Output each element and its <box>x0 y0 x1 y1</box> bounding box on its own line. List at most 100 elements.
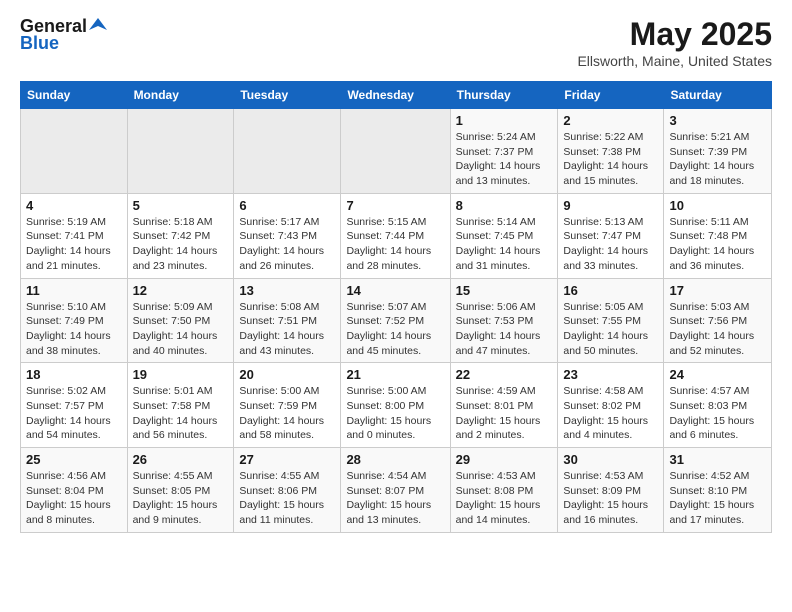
cell-daylight: Daylight: 14 hours and 15 minutes. <box>563 159 658 188</box>
calendar-cell: 16Sunrise: 5:05 AMSunset: 7:55 PMDayligh… <box>558 278 664 363</box>
calendar-table: Sunday Monday Tuesday Wednesday Thursday… <box>20 81 772 533</box>
cell-sunrise: Sunrise: 5:00 AM <box>239 384 335 399</box>
calendar-location: Ellsworth, Maine, United States <box>577 53 772 69</box>
cell-day-number: 9 <box>563 198 658 213</box>
cell-day-number: 16 <box>563 283 658 298</box>
calendar-cell: 17 Sunrise: 5:03 AMSunset: 7:56 PMDayligh… <box>664 278 772 363</box>
cell-daylight: Daylight: 14 hours and 52 minutes. <box>669 329 766 358</box>
cell-info: Sunrise: 4:55 AMSunset: 8:06 PMDaylight:… <box>239 469 335 528</box>
cell-sunset: Sunset: 8:08 PM <box>456 484 553 499</box>
cell-sunset: Sunset: 7:57 PM <box>26 399 122 414</box>
calendar-cell: 19Sunrise: 5:01 AMSunset: 7:58 PMDayligh… <box>127 363 234 448</box>
cell-daylight: Daylight: 14 hours and 28 minutes. <box>346 244 444 273</box>
cell-daylight: Daylight: 14 hours and 54 minutes. <box>26 414 122 443</box>
cell-info: Sunrise: 5:21 AMSunset: 7:39 PMDaylight:… <box>669 130 766 189</box>
cell-daylight: Daylight: 14 hours and 18 minutes. <box>669 159 766 188</box>
cell-sunrise: Sunrise: 4:53 AM <box>563 469 658 484</box>
cell-daylight: Daylight: 14 hours and 26 minutes. <box>239 244 335 273</box>
cell-day-number: 31 <box>669 452 766 467</box>
cell-sunset: Sunset: 7:51 PM <box>239 314 335 329</box>
cell-sunrise: Sunrise: 5:21 AM <box>669 130 766 145</box>
cell-daylight: Daylight: 14 hours and 13 minutes. <box>456 159 553 188</box>
cell-info: Sunrise: 5:15 AMSunset: 7:44 PMDaylight:… <box>346 215 444 274</box>
col-monday: Monday <box>127 82 234 109</box>
cell-info: Sunrise: 4:56 AMSunset: 8:04 PMDaylight:… <box>26 469 122 528</box>
cell-info: Sunrise: 5:22 AMSunset: 7:38 PMDaylight:… <box>563 130 658 189</box>
cell-sunrise: Sunrise: 4:55 AM <box>239 469 335 484</box>
cell-day-number: 21 <box>346 367 444 382</box>
cell-sunrise: Sunrise: 5:13 AM <box>563 215 658 230</box>
cell-info: Sunrise: 5:03 AMSunset: 7:56 PMDaylight:… <box>669 300 766 359</box>
calendar-cell: 26 Sunrise: 4:55 AMSunset: 8:05 PMDayligh… <box>127 448 234 533</box>
logo-blue-text: Blue <box>20 33 59 54</box>
cell-info: Sunrise: 5:11 AMSunset: 7:48 PMDaylight:… <box>669 215 766 274</box>
cell-sunset: Sunset: 7:49 PM <box>26 314 122 329</box>
calendar-cell: 7Sunrise: 5:15 AMSunset: 7:44 PMDaylight… <box>341 193 450 278</box>
cell-sunset: Sunset: 7:48 PM <box>669 229 766 244</box>
cell-sunrise: Sunrise: 5:02 AM <box>26 384 122 399</box>
cell-day-number: 20 <box>239 367 335 382</box>
cell-daylight: Daylight: 14 hours and 47 minutes. <box>456 329 553 358</box>
cell-info: Sunrise: 5:08 AMSunset: 7:51 PMDaylight:… <box>239 300 335 359</box>
cell-day-number: 22 <box>456 367 553 382</box>
cell-sunrise: Sunrise: 4:58 AM <box>563 384 658 399</box>
cell-sunset: Sunset: 7:47 PM <box>563 229 658 244</box>
calendar-cell: 28 Sunrise: 4:54 AMSunset: 8:07 PMDayligh… <box>341 448 450 533</box>
cell-sunrise: Sunrise: 5:14 AM <box>456 215 553 230</box>
cell-sunset: Sunset: 7:38 PM <box>563 145 658 160</box>
cell-sunset: Sunset: 8:06 PM <box>239 484 335 499</box>
cell-info: Sunrise: 4:53 AMSunset: 8:08 PMDaylight:… <box>456 469 553 528</box>
cell-info: Sunrise: 5:01 AMSunset: 7:58 PMDaylight:… <box>133 384 229 443</box>
cell-daylight: Daylight: 14 hours and 43 minutes. <box>239 329 335 358</box>
calendar-cell <box>127 109 234 194</box>
cell-sunrise: Sunrise: 5:17 AM <box>239 215 335 230</box>
calendar-cell: 2Sunrise: 5:22 AMSunset: 7:38 PMDaylight… <box>558 109 664 194</box>
cell-sunset: Sunset: 8:04 PM <box>26 484 122 499</box>
cell-daylight: Daylight: 14 hours and 40 minutes. <box>133 329 229 358</box>
cell-sunrise: Sunrise: 5:08 AM <box>239 300 335 315</box>
calendar-cell: 20Sunrise: 5:00 AMSunset: 7:59 PMDayligh… <box>234 363 341 448</box>
cell-sunrise: Sunrise: 5:00 AM <box>346 384 444 399</box>
cell-daylight: Daylight: 14 hours and 23 minutes. <box>133 244 229 273</box>
cell-info: Sunrise: 4:59 AMSunset: 8:01 PMDaylight:… <box>456 384 553 443</box>
calendar-cell: 3Sunrise: 5:21 AMSunset: 7:39 PMDaylight… <box>664 109 772 194</box>
cell-info: Sunrise: 5:19 AMSunset: 7:41 PMDaylight:… <box>26 215 122 274</box>
cell-daylight: Daylight: 15 hours and 0 minutes. <box>346 414 444 443</box>
cell-info: Sunrise: 4:54 AMSunset: 8:07 PMDaylight:… <box>346 469 444 528</box>
cell-sunrise: Sunrise: 5:09 AM <box>133 300 229 315</box>
cell-sunset: Sunset: 8:05 PM <box>133 484 229 499</box>
logo: General Blue <box>20 16 107 54</box>
cell-day-number: 30 <box>563 452 658 467</box>
cell-sunset: Sunset: 8:10 PM <box>669 484 766 499</box>
cell-info: Sunrise: 4:53 AMSunset: 8:09 PMDaylight:… <box>563 469 658 528</box>
cell-sunset: Sunset: 7:53 PM <box>456 314 553 329</box>
cell-day-number: 27 <box>239 452 335 467</box>
cell-day-number: 28 <box>346 452 444 467</box>
cell-daylight: Daylight: 15 hours and 2 minutes. <box>456 414 553 443</box>
cell-info: Sunrise: 4:55 AMSunset: 8:05 PMDaylight:… <box>133 469 229 528</box>
cell-info: Sunrise: 5:07 AMSunset: 7:52 PMDaylight:… <box>346 300 444 359</box>
cell-day-number: 8 <box>456 198 553 213</box>
cell-info: Sunrise: 4:52 AMSunset: 8:10 PMDaylight:… <box>669 469 766 528</box>
title-block: May 2025 Ellsworth, Maine, United States <box>577 16 772 69</box>
cell-sunset: Sunset: 7:37 PM <box>456 145 553 160</box>
cell-sunset: Sunset: 7:58 PM <box>133 399 229 414</box>
cell-sunset: Sunset: 7:42 PM <box>133 229 229 244</box>
cell-sunset: Sunset: 7:43 PM <box>239 229 335 244</box>
cell-daylight: Daylight: 14 hours and 56 minutes. <box>133 414 229 443</box>
cell-day-number: 26 <box>133 452 229 467</box>
calendar-week-row: 18Sunrise: 5:02 AMSunset: 7:57 PMDayligh… <box>21 363 772 448</box>
calendar-cell: 12Sunrise: 5:09 AMSunset: 7:50 PMDayligh… <box>127 278 234 363</box>
calendar-cell: 11Sunrise: 5:10 AMSunset: 7:49 PMDayligh… <box>21 278 128 363</box>
cell-info: Sunrise: 4:58 AMSunset: 8:02 PMDaylight:… <box>563 384 658 443</box>
calendar-cell <box>341 109 450 194</box>
cell-daylight: Daylight: 14 hours and 58 minutes. <box>239 414 335 443</box>
cell-daylight: Daylight: 15 hours and 11 minutes. <box>239 498 335 527</box>
cell-daylight: Daylight: 15 hours and 17 minutes. <box>669 498 766 527</box>
cell-info: Sunrise: 5:17 AMSunset: 7:43 PMDaylight:… <box>239 215 335 274</box>
calendar-cell: 13Sunrise: 5:08 AMSunset: 7:51 PMDayligh… <box>234 278 341 363</box>
cell-day-number: 1 <box>456 113 553 128</box>
col-saturday: Saturday <box>664 82 772 109</box>
cell-day-number: 17 <box>669 283 766 298</box>
calendar-cell: 9Sunrise: 5:13 AMSunset: 7:47 PMDaylight… <box>558 193 664 278</box>
